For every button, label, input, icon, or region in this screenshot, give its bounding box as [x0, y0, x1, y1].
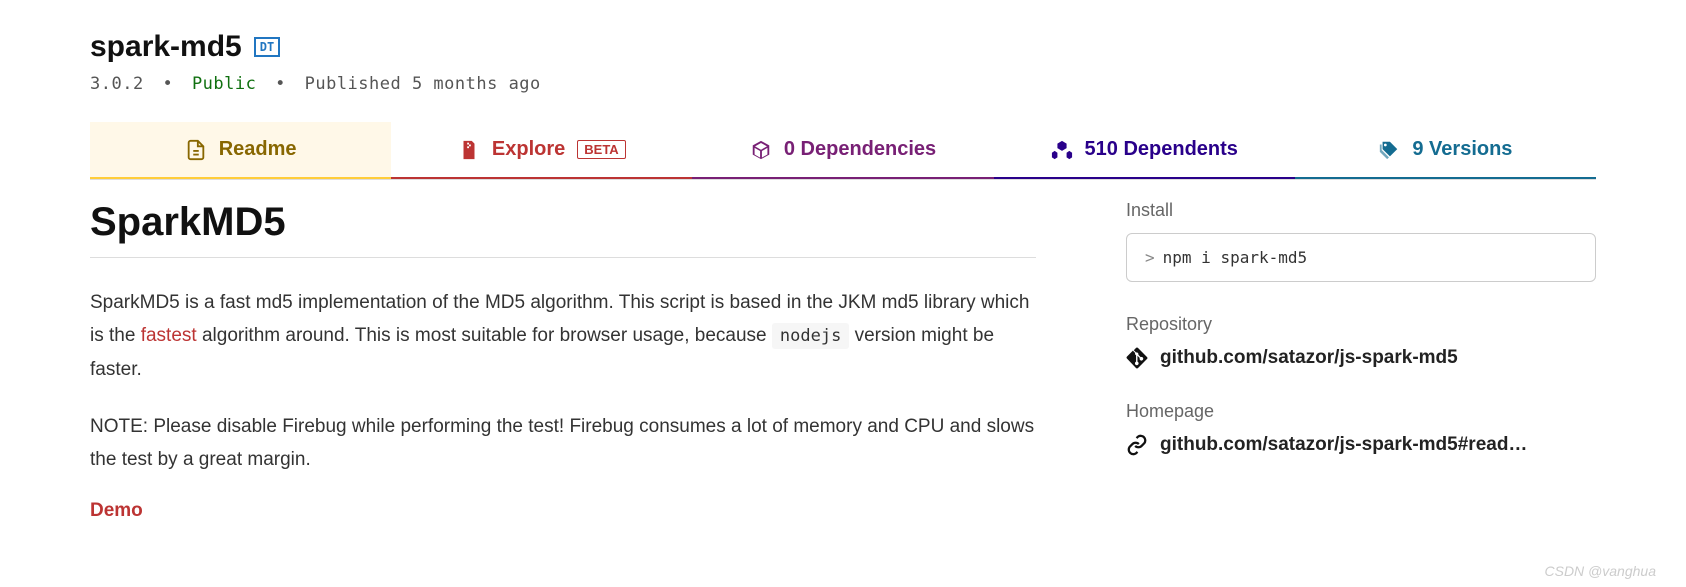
- fastest-link[interactable]: fastest: [141, 325, 197, 346]
- repository-label: Repository: [1126, 314, 1596, 335]
- tab-label: 510 Dependents: [1085, 138, 1238, 161]
- readme-content: SparkMD5 SparkMD5 is a fast md5 implemen…: [90, 200, 1036, 522]
- beta-badge: BETA: [577, 140, 625, 159]
- link-icon: [1126, 434, 1148, 456]
- sidebar: Install >npm i spark-md5 Repository gith…: [1126, 200, 1596, 522]
- homepage-link[interactable]: github.com/satazor/js-spark-md5#read…: [1126, 434, 1596, 456]
- archive-icon: [458, 139, 480, 161]
- readme-paragraph-2: NOTE: Please disable Firebug while perfo…: [90, 410, 1036, 477]
- tab-label: 0 Dependencies: [784, 138, 936, 161]
- nodejs-code: nodejs: [772, 323, 849, 349]
- install-label: Install: [1126, 200, 1596, 221]
- package-name: spark-md5: [90, 30, 242, 64]
- readme-paragraph-1: SparkMD5 is a fast md5 implementation of…: [90, 286, 1036, 386]
- published-text: Published 5 months ago: [305, 74, 541, 94]
- package-meta: 3.0.2 • Public • Published 5 months ago: [90, 74, 1596, 94]
- tab-readme[interactable]: Readme: [90, 122, 391, 179]
- install-command[interactable]: >npm i spark-md5: [1126, 233, 1596, 282]
- cube-icon: [750, 139, 772, 161]
- demo-link[interactable]: Demo: [90, 500, 143, 521]
- readme-title: SparkMD5: [90, 200, 1036, 258]
- tab-explore[interactable]: Explore BETA: [391, 122, 692, 179]
- cubes-icon: [1051, 139, 1073, 161]
- tab-versions[interactable]: 9 Versions: [1295, 122, 1596, 179]
- git-icon: [1126, 347, 1148, 369]
- homepage-label: Homepage: [1126, 401, 1596, 422]
- tab-dependents[interactable]: 510 Dependents: [994, 122, 1295, 179]
- tabs-bar: Readme Explore BETA 0 Dependencies 510 D…: [90, 122, 1596, 180]
- tab-label: 9 Versions: [1412, 138, 1512, 161]
- definitely-typed-badge[interactable]: DT: [254, 37, 280, 57]
- readme-icon: [185, 139, 207, 161]
- version-text: 3.0.2: [90, 74, 144, 94]
- tab-label: Explore: [492, 138, 565, 161]
- watermark: CSDN @vanghua: [1545, 563, 1657, 579]
- tags-icon: [1378, 139, 1400, 161]
- repository-link[interactable]: github.com/satazor/js-spark-md5: [1126, 347, 1596, 369]
- tab-dependencies[interactable]: 0 Dependencies: [692, 122, 993, 179]
- tab-label: Readme: [219, 138, 297, 161]
- prompt-icon: >: [1145, 248, 1155, 267]
- visibility-text: Public: [192, 74, 256, 94]
